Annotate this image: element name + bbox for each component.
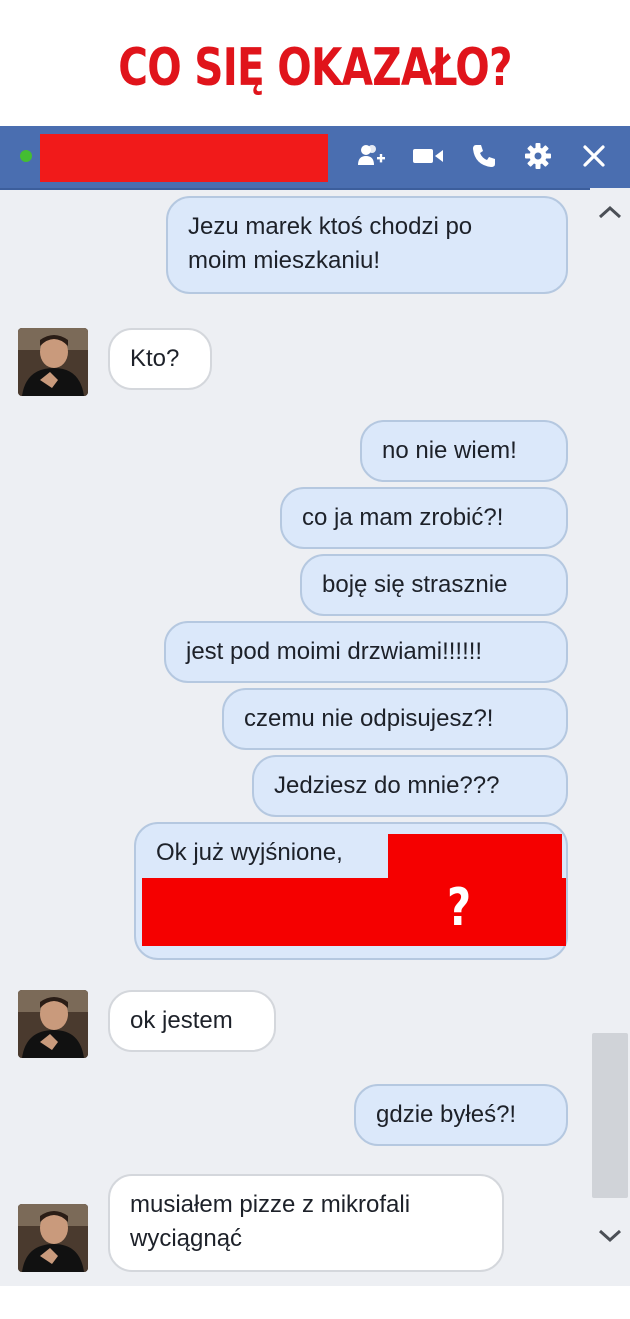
chat-titlebar <box>0 126 630 190</box>
message-line: no nie wiem! <box>382 437 517 464</box>
message-list: Jezu marek ktoś chodzi po moim mieszkani… <box>0 188 590 1286</box>
message-bubble-outgoing: Jezu marek ktoś chodzi po moim mieszkani… <box>166 196 568 294</box>
contact-avatar[interactable] <box>18 990 88 1058</box>
message-line: ok jestem <box>130 1007 233 1034</box>
redaction-question-mark: ? <box>447 878 472 938</box>
video-call-icon[interactable] <box>412 140 444 172</box>
message-bubble-outgoing: boję się strasznie <box>300 554 568 616</box>
message-line: musiałem pizze z mikrofali <box>130 1191 411 1218</box>
add-person-icon[interactable] <box>356 140 388 172</box>
message-bubble-outgoing: co ja mam zrobić?! <box>280 487 568 549</box>
contact-avatar[interactable] <box>18 328 88 396</box>
chevron-down-icon[interactable] <box>590 1216 630 1256</box>
message-bubble-outgoing: czemu nie odpisujesz?! <box>222 688 568 750</box>
message-line: Jedziesz do mnie??? <box>274 772 500 799</box>
message-line: jest pod moimi drzwiami!!!!!! <box>186 638 483 665</box>
close-icon[interactable] <box>578 140 610 172</box>
redaction-block <box>142 878 566 946</box>
online-status-dot <box>20 150 32 162</box>
message-line: Jezu marek ktoś chodzi po <box>188 213 473 240</box>
scrollbar-thumb[interactable] <box>592 1033 628 1198</box>
page-headline: CO SIĘ OKAZAŁO? <box>118 38 512 98</box>
message-bubble-outgoing: Jedziesz do mnie??? <box>252 755 568 817</box>
contact-avatar[interactable] <box>18 1204 88 1272</box>
message-line: wyciągnąć <box>130 1225 243 1252</box>
message-line: moim mieszkaniu! <box>188 247 381 274</box>
voice-call-icon[interactable] <box>468 140 500 172</box>
message-line: gdzie byłeś?! <box>376 1101 517 1128</box>
message-bubble-incoming: musiałem pizze z mikrofali wyciągnąć <box>108 1174 504 1272</box>
scrollbar[interactable] <box>590 188 630 1286</box>
message-line: boję się strasznie <box>322 571 508 598</box>
redaction-block <box>388 834 562 878</box>
message-line: Kto? <box>130 345 180 372</box>
message-bubble-incoming: ok jestem <box>108 990 276 1052</box>
message-line: co ja mam zrobić?! <box>302 504 504 531</box>
chevron-up-icon[interactable] <box>590 192 630 232</box>
message-bubble-outgoing: gdzie byłeś?! <box>354 1084 568 1146</box>
message-line: czemu nie odpisujesz?! <box>244 705 494 732</box>
message-bubble-incoming: Kto? <box>108 328 212 390</box>
redacted-contact-name <box>40 134 328 182</box>
message-bubble-outgoing: jest pod moimi drzwiami!!!!!! <box>164 621 568 683</box>
chat-window: Jezu marek ktoś chodzi po moim mieszkani… <box>0 126 630 1286</box>
message-bubble-outgoing: no nie wiem! <box>360 420 568 482</box>
gear-icon[interactable] <box>522 140 554 172</box>
